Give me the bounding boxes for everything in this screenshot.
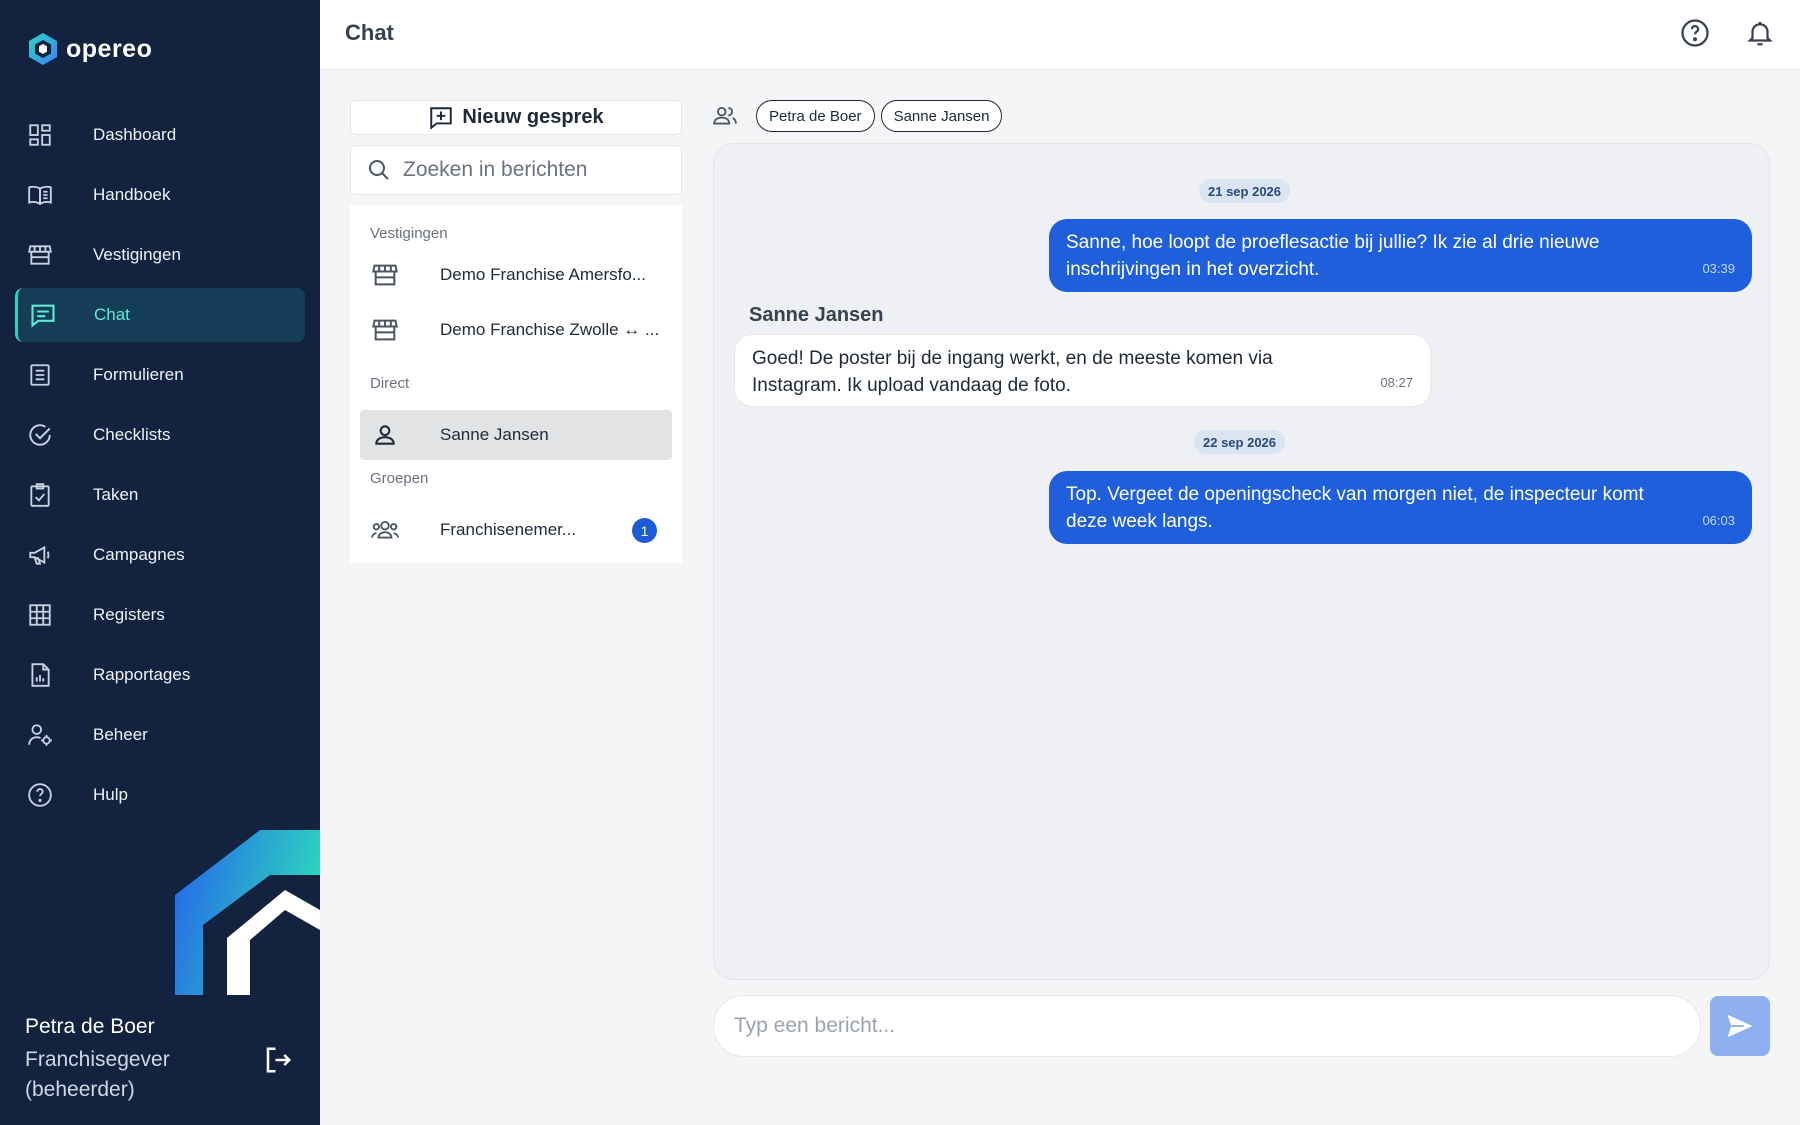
message-outgoing: Sanne, hoe loopt de proeflesactie bij ju… [1049,219,1752,292]
book-icon [25,180,55,210]
group-icon [370,515,400,545]
participant-chip[interactable]: Petra de Boer [756,100,875,132]
sidebar-item-handboek[interactable]: Handboek [15,168,305,222]
message-time: 06:03 [1702,513,1735,528]
sidebar-item-label: Registers [93,605,165,624]
send-icon [1727,1014,1753,1038]
help-icon[interactable] [1680,18,1712,50]
store-icon [25,240,55,270]
new-conversation-button[interactable]: Nieuw gesprek [350,100,682,135]
sidebar-item-label: Checklists [93,425,171,444]
participants-icon [713,106,737,125]
conversation-name: Demo Franchise Zwolle ↔ ... [440,320,660,339]
date-separator: 22 sep 2026 [1194,430,1286,454]
logout-icon[interactable] [263,1045,295,1077]
clipboard-check-icon [25,480,55,510]
check-circle-icon [25,420,55,450]
message-time: 03:39 [1702,261,1735,276]
sidebar-item-formulieren[interactable]: Formulieren [15,348,305,402]
sidebar-item-campagnes[interactable]: Campagnes [15,528,305,582]
person-icon [370,420,400,450]
sidebar-item-label: Handboek [93,185,171,204]
sidebar-item-rapportages[interactable]: Rapportages [15,648,305,702]
participants-bar: Petra de Boer Sanne Jansen [712,100,1003,132]
unread-badge: 1 [632,518,657,543]
grid-icon [25,600,55,630]
user-role: Franchisegever (beheerder) [25,1048,170,1101]
conversation-item[interactable]: Franchisenemer... 1 [360,505,672,555]
sidebar-item-label: Beheer [93,725,148,744]
sidebar-item-label: Formulieren [93,365,184,384]
user-name: Petra de Boer [25,1015,155,1038]
sidebar-item-checklists[interactable]: Checklists [15,408,305,462]
chat-messages[interactable]: 21 sep 2026 Sanne, hoe loopt de proefles… [713,143,1770,980]
store-icon [370,260,400,290]
opereo-logo-icon [29,33,57,65]
sidebar-item-chat[interactable]: Chat [15,288,305,342]
message-incoming: Goed! De poster bij de ingang werkt, en … [734,334,1431,407]
page-title: Chat [345,20,394,45]
conversation-item-selected[interactable]: Sanne Jansen [360,410,672,460]
brand-name: opereo [66,34,153,63]
sidebar-item-label: Campagnes [93,545,185,564]
brand-logo[interactable]: opereo [28,32,152,66]
search-input[interactable] [403,158,673,182]
add-chat-icon [430,106,453,130]
bell-icon[interactable] [1745,18,1777,50]
message-search[interactable] [350,145,682,195]
conversation-name: Sanne Jansen [440,425,549,444]
chat-icon [28,300,58,330]
report-icon [25,660,55,690]
store-icon [370,315,400,345]
section-label-vestigingen: Vestigingen [370,225,448,242]
message-time: 08:27 [1380,375,1413,390]
conversation-name: Franchisenemer... [440,520,577,539]
sidebar-item-registers[interactable]: Registers [15,588,305,642]
date-separator: 21 sep 2026 [1199,179,1291,203]
message-text: Top. Vergeet de openingscheck van morgen… [1066,484,1644,532]
form-icon [25,360,55,390]
user-cog-icon [25,720,55,750]
top-bar: Chat [320,0,1800,70]
section-label-groepen: Groepen [370,470,429,487]
sidebar-item-label: Taken [93,485,139,504]
conversation-name: Demo Franchise Amersfo... [440,265,646,284]
sidebar-item-beheer[interactable]: Beheer [15,708,305,762]
message-outgoing: Top. Vergeet de openingscheck van morgen… [1049,471,1752,544]
sidebar-item-label: Dashboard [93,125,177,144]
participant-chip[interactable]: Sanne Jansen [880,100,1003,132]
message-text: Goed! De poster bij de ingang werkt, en … [752,348,1273,396]
message-composer[interactable] [713,995,1701,1057]
decorative-house-graphic [175,830,320,995]
section-label-direct: Direct [370,375,410,392]
main-nav: Dashboard Handboek Vestigingen Chat Form… [15,108,305,828]
message-sender: Sanne Jansen [749,304,884,326]
sidebar-item-hulp[interactable]: Hulp [15,768,305,822]
sidebar-item-dashboard[interactable]: Dashboard [15,108,305,162]
send-button[interactable] [1710,996,1770,1056]
conversation-list: Vestigingen Demo Franchise Amersfo... De… [350,205,682,563]
dashboard-icon [25,120,55,150]
sidebar-item-label: Vestigingen [93,245,181,264]
sidebar-item-label: Rapportages [93,665,191,684]
new-conversation-label: Nieuw gesprek [462,106,604,128]
sidebar-item-vestigingen[interactable]: Vestigingen [15,228,305,282]
search-icon [369,160,389,180]
megaphone-icon [25,540,55,570]
conversation-item[interactable]: Demo Franchise Zwolle ↔ ... [360,305,672,355]
message-input[interactable] [734,1014,1674,1038]
current-user: Petra de Boer Franchisegever (beheerder) [25,1015,305,1105]
sidebar-item-taken[interactable]: Taken [15,468,305,522]
sidebar-item-label: Hulp [93,785,128,804]
conversation-item[interactable]: Demo Franchise Amersfo... [360,250,672,300]
message-text: Sanne, hoe loopt de proeflesactie bij ju… [1066,232,1600,280]
sidebar: opereo Dashboard Handboek Vestigingen Ch… [0,0,320,1125]
help-icon [25,780,55,810]
sidebar-item-label: Chat [94,305,130,324]
